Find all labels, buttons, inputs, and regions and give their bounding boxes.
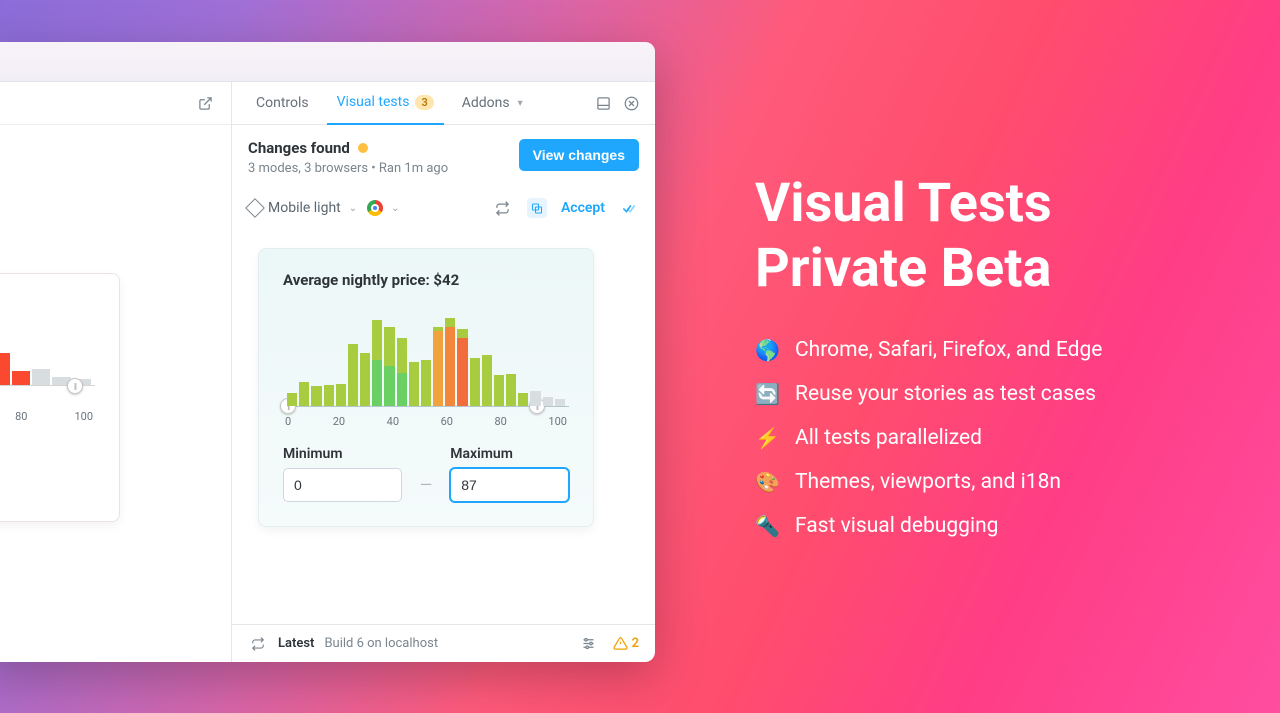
axis-tick: 80 bbox=[495, 415, 507, 428]
settings-sliders-icon[interactable] bbox=[579, 634, 599, 654]
close-icon[interactable] bbox=[621, 93, 641, 113]
chart-title: Average nightly price: $42 bbox=[283, 271, 569, 289]
axis-tick: 20 bbox=[333, 415, 345, 428]
max-label: Maximum bbox=[450, 446, 569, 462]
chart-bar bbox=[12, 371, 30, 385]
chart-bar bbox=[409, 362, 419, 406]
feature-emoji-icon: 🌎 bbox=[755, 338, 779, 362]
chart-bar bbox=[494, 375, 504, 406]
chart-bar bbox=[445, 318, 455, 406]
chart-bar bbox=[518, 393, 528, 406]
browser-selector[interactable]: ⌄ bbox=[367, 200, 399, 216]
story-preview-column: || 80 100 Maximum bbox=[0, 82, 232, 662]
tab-addons[interactable]: Addons▾ bbox=[452, 82, 533, 125]
chart-bar bbox=[324, 385, 334, 406]
chart-bar bbox=[360, 353, 370, 406]
feature-emoji-icon: 🔄 bbox=[755, 382, 779, 406]
diff-view-icon[interactable] bbox=[527, 198, 547, 218]
addon-panel: Controls Visual tests 3 Addons▾ bbox=[232, 82, 655, 662]
panel-footer: Latest Build 6 on localhost 2 bbox=[232, 624, 655, 662]
chart-bar bbox=[530, 391, 540, 406]
preview-axis: 80 100 bbox=[0, 410, 95, 423]
footer-latest-label: Latest bbox=[278, 636, 314, 651]
marketing-feature-item: 🔄Reuse your stories as test cases bbox=[755, 382, 1102, 406]
footer-build-info: Build 6 on localhost bbox=[324, 636, 438, 651]
snapshot-canvas: Average nightly price: $42 || || 0 20 40 60… bbox=[232, 232, 655, 624]
axis-tick: 40 bbox=[387, 415, 399, 428]
window-titlebar bbox=[0, 42, 655, 82]
chart-bar bbox=[299, 382, 309, 406]
marketing-feature-item: 🔦Fast visual debugging bbox=[755, 514, 1102, 538]
max-input[interactable] bbox=[450, 468, 569, 502]
chart-bar bbox=[336, 384, 346, 406]
chevron-down-icon: ⌄ bbox=[349, 203, 357, 214]
feature-emoji-icon: 🔦 bbox=[755, 514, 779, 538]
chart-bar bbox=[384, 327, 394, 406]
marketing-feature-list: 🌎Chrome, Safari, Firefox, and Edge 🔄Reuse… bbox=[755, 338, 1102, 538]
batch-accept-icon[interactable] bbox=[619, 198, 639, 218]
marketing-feature-item: 🎨Themes, viewports, and i18n bbox=[755, 470, 1102, 494]
chart-bar bbox=[457, 329, 467, 406]
chart-bar bbox=[32, 369, 50, 385]
chrome-icon bbox=[367, 200, 383, 216]
mode-selector[interactable]: Mobile light ⌄ bbox=[248, 200, 357, 216]
chart-bar bbox=[0, 353, 10, 385]
changes-summary: Changes found 3 modes, 3 browsers • Ran … bbox=[232, 125, 655, 190]
marketing-title: Visual Tests Private Beta bbox=[755, 172, 1102, 302]
swap-icon[interactable] bbox=[493, 198, 513, 218]
chart-bar bbox=[555, 399, 565, 406]
chart-card: Average nightly price: $42 || || 0 20 40 60… bbox=[258, 248, 594, 527]
chart-bar bbox=[397, 338, 407, 406]
min-label: Minimum bbox=[283, 446, 402, 462]
chart-bar bbox=[543, 397, 553, 406]
view-changes-button[interactable]: View changes bbox=[519, 139, 639, 171]
visual-test-toolbar: Mobile light ⌄ ⌄ Accept bbox=[232, 190, 655, 232]
chart-bar bbox=[470, 358, 480, 406]
chart-bar bbox=[421, 360, 431, 406]
chart-bar bbox=[287, 393, 297, 406]
app-window: || 80 100 Maximum bbox=[0, 42, 655, 662]
chart-bar bbox=[433, 327, 443, 406]
open-external-icon[interactable] bbox=[195, 93, 215, 113]
chart-bar bbox=[311, 386, 321, 406]
chart-axis: 0 20 40 60 80 100 bbox=[283, 415, 569, 428]
chart-bar bbox=[372, 320, 382, 406]
chevron-down-icon: ⌄ bbox=[391, 203, 399, 214]
feature-emoji-icon: 🎨 bbox=[755, 470, 779, 494]
axis-tick: 100 bbox=[548, 415, 567, 428]
chevron-down-icon: ▾ bbox=[518, 98, 523, 109]
changes-title: Changes found bbox=[248, 139, 350, 157]
marketing-panel: Visual Tests Private Beta 🌎Chrome, Safar… bbox=[755, 172, 1102, 558]
chart-bar bbox=[482, 355, 492, 406]
tab-controls[interactable]: Controls bbox=[246, 82, 319, 125]
tab-bar: Controls Visual tests 3 Addons▾ bbox=[232, 82, 655, 125]
warnings-indicator[interactable]: 2 bbox=[613, 636, 639, 651]
viewport-icon bbox=[245, 198, 265, 218]
min-input[interactable] bbox=[283, 468, 402, 502]
axis-tick: 60 bbox=[441, 415, 453, 428]
changes-subtitle: 3 modes, 3 browsers • Ran 1m ago bbox=[248, 161, 448, 176]
chart-bar bbox=[348, 344, 358, 406]
status-changed-icon bbox=[358, 143, 368, 153]
swap-icon[interactable] bbox=[248, 634, 268, 654]
feature-emoji-icon: ⚡ bbox=[755, 426, 779, 450]
preview-chart-card: || 80 100 Maximum bbox=[0, 273, 120, 522]
accept-button[interactable]: Accept bbox=[561, 200, 605, 216]
dock-bottom-icon[interactable] bbox=[593, 93, 613, 113]
histogram-chart: || || bbox=[283, 307, 569, 407]
tab-visual-tests[interactable]: Visual tests 3 bbox=[327, 82, 444, 125]
marketing-feature-item: 🌎Chrome, Safari, Firefox, and Edge bbox=[755, 338, 1102, 362]
preview-slider-handle[interactable]: || bbox=[67, 378, 83, 394]
marketing-feature-item: ⚡All tests parallelized bbox=[755, 426, 1102, 450]
visual-tests-badge: 3 bbox=[415, 95, 433, 110]
range-separator: — bbox=[420, 475, 433, 502]
axis-tick: 0 bbox=[285, 415, 291, 428]
chart-bar bbox=[506, 374, 516, 406]
